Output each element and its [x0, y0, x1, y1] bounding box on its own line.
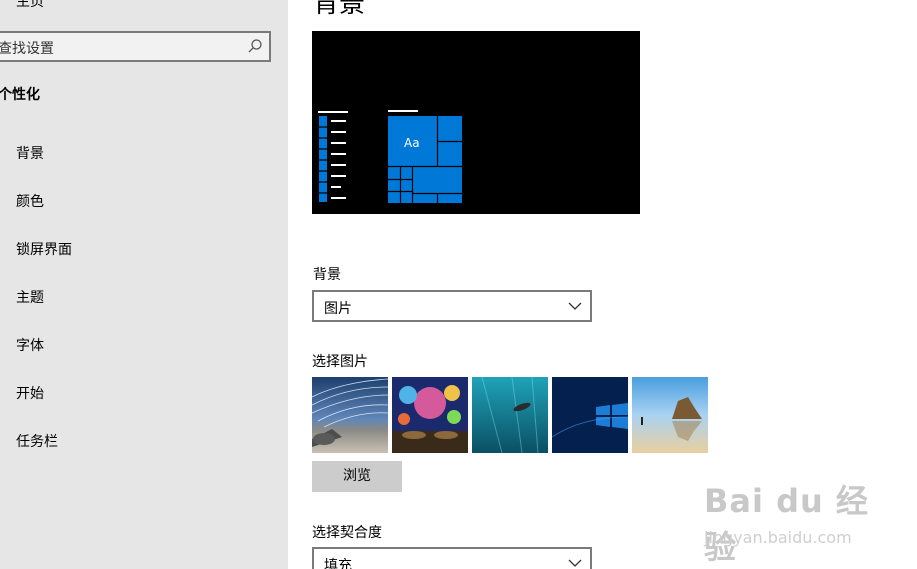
- chevron-down-icon: [568, 559, 582, 567]
- section-title: 个性化: [0, 87, 40, 103]
- thumbnail-streaks-desert[interactable]: [312, 377, 388, 453]
- watermark-url: jingyan.baidu.com: [704, 528, 852, 547]
- start-menu-preview: Aa: [318, 110, 462, 203]
- chevron-down-icon: [568, 302, 582, 310]
- sidebar-item-taskbar[interactable]: 任务栏: [16, 431, 58, 451]
- baidu-watermark: Bai du 经验 jingyan.baidu.com: [700, 470, 870, 566]
- sidebar-item-colors[interactable]: 颜色: [16, 191, 44, 211]
- search-icon[interactable]: [247, 38, 263, 54]
- sidebar: 主页 查找设置 个性化 背景 颜色 锁屏界面 主题 字体 开始 任务栏: [0, 0, 288, 569]
- background-label: 背景: [313, 267, 341, 283]
- background-dropdown[interactable]: 图片: [312, 290, 592, 322]
- sidebar-item-fonts[interactable]: 字体: [16, 335, 44, 355]
- watermark-logo: Bai du 经验: [704, 482, 869, 566]
- fit-dropdown-value: 填充: [324, 558, 352, 569]
- choose-picture-label: 选择图片: [312, 354, 368, 370]
- fit-dropdown[interactable]: 填充: [312, 547, 592, 569]
- thumbnail-underwater-diver[interactable]: [472, 377, 548, 453]
- sidebar-item-background[interactable]: 背景: [16, 143, 44, 163]
- browse-button[interactable]: 浏览: [312, 461, 402, 492]
- thumbnail-space-planets[interactable]: [392, 377, 468, 453]
- choose-fit-label: 选择契合度: [312, 525, 382, 541]
- search-input[interactable]: 查找设置: [0, 38, 54, 58]
- background-dropdown-value: 图片: [324, 301, 352, 317]
- search-box[interactable]: 查找设置: [0, 31, 271, 62]
- thumbnail-windows-logo[interactable]: [552, 377, 628, 453]
- sidebar-item-start[interactable]: 开始: [16, 383, 44, 403]
- preview-tile-text: Aa: [404, 136, 420, 150]
- page-title: 背景: [313, 0, 366, 19]
- thumbnail-beach-rocks[interactable]: [632, 377, 708, 453]
- sidebar-item-themes[interactable]: 主题: [16, 287, 44, 307]
- sidebar-item-lock-screen[interactable]: 锁屏界面: [16, 239, 72, 259]
- home-link[interactable]: 主页: [16, 0, 44, 11]
- desktop-preview: Aa: [312, 31, 640, 214]
